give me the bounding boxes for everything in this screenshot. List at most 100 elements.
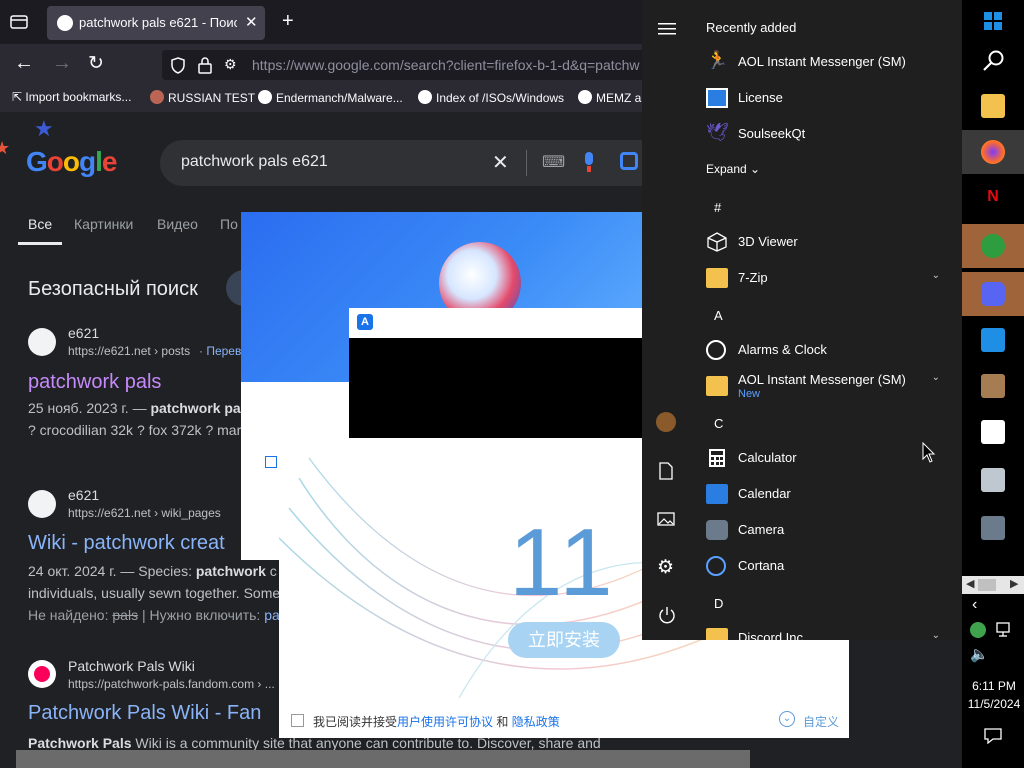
tab-videos[interactable]: Видео [157,216,198,232]
tab-all[interactable]: Все [28,216,52,232]
import-icon: ⇱ [12,90,26,104]
permissions-icon[interactable]: ⚙ [224,56,237,73]
tab-images[interactable]: Картинки [74,216,133,232]
result-site-name[interactable]: Patchwork Pals Wiki [68,658,195,674]
reload-icon[interactable]: ↻ [88,52,104,75]
show-hidden-icons-chevron-icon[interactable]: ‹ [972,596,977,614]
app-camera[interactable]: Camera [690,512,962,548]
e621-favicon-icon [28,328,56,356]
app-3d-viewer[interactable]: 3D Viewer [690,224,962,260]
accept-terms-checkbox[interactable] [291,714,304,727]
taskbar-app[interactable] [962,364,1024,408]
url-text[interactable]: https://www.google.com/search?client=fir… [252,57,672,73]
install-now-button[interactable]: 立即安装 [508,622,620,658]
result-title[interactable]: Wiki - patchwork creat [28,532,225,555]
result-site-name[interactable]: e621 [68,325,99,341]
app-alarms-clock[interactable]: Alarms & Clock [690,332,962,368]
expand-button[interactable]: Expand ⌄ [706,162,760,176]
windows-start-icon[interactable] [984,12,1002,30]
back-icon[interactable]: ← [14,52,34,75]
terms-text: 我已阅读并接受用户使用许可协议 和 隐私政策 [313,715,560,729]
volume-icon[interactable]: 🔈 [970,645,989,663]
hamburger-menu-icon[interactable] [658,22,676,36]
chevron-down-icon[interactable]: ⌄ [779,711,795,727]
scroll-thumb[interactable] [978,579,996,591]
voice-search-icon[interactable] [582,151,596,173]
letter-header[interactable]: # [714,200,721,215]
taskbar-discord[interactable] [962,272,1024,316]
url-bar[interactable]: ⚙ https://www.google.com/search?client=f… [162,50,682,80]
chevron-down-icon[interactable]: ⌄ [932,630,940,640]
popup-window[interactable]: A [349,308,642,438]
bookmark-endermanch[interactable]: Endermanch/Malware... [258,90,403,105]
clock-date[interactable]: 11/5/2024 [965,697,1023,711]
taskbar-camera[interactable] [962,506,1024,550]
result-url[interactable]: https://patchwork-pals.fandom.com › ... [68,677,275,691]
documents-icon[interactable] [659,462,673,480]
taskbar-firefox[interactable] [962,130,1024,174]
app-store-icon: A [357,314,373,330]
tab-google-search[interactable]: patchwork pals e621 - Поиск в ✕ [47,6,265,40]
clear-search-icon[interactable]: ✕ [492,150,509,175]
bookmark-isos[interactable]: Index of /ISOs/Windows [418,90,564,105]
agree-checkbox[interactable] [265,456,277,468]
pictures-icon[interactable] [657,512,675,526]
result-url[interactable]: https://e621.net › posts [68,344,190,358]
app-calendar[interactable]: Calendar [690,476,962,512]
search-box[interactable]: patchwork pals e621 ✕ ⌨ [160,140,680,186]
taskbar-file-explorer[interactable] [962,84,1024,128]
bookmark-import[interactable]: ⇱ Import bookmarks... [12,90,131,104]
user-avatar-icon[interactable] [656,412,676,432]
keyboard-icon[interactable]: ⌨ [542,152,565,172]
scroll-right-icon[interactable]: ▶ [1010,577,1018,590]
letter-header[interactable]: A [714,308,723,323]
horizontal-scrollbar[interactable] [16,750,750,768]
result-site-name[interactable]: e621 [68,487,99,503]
network-icon[interactable] [996,622,1014,638]
result-url[interactable]: https://e621.net › wiki_pages [68,506,221,520]
taskbar-netflix[interactable]: N [962,178,1024,222]
google-doodle-logo[interactable]: Google [26,146,117,178]
taskbar-aim[interactable] [962,224,1024,268]
bookmark-russian-test[interactable]: RUSSIAN TEST [150,90,255,105]
scroll-left-icon[interactable]: ◀ [966,577,974,590]
custom-install-link[interactable]: 自定义 [803,713,839,730]
taskbar-app[interactable] [962,458,1024,502]
license-link[interactable]: 用户使用许可协议 [397,715,493,729]
tab-list-icon[interactable] [10,14,28,30]
forward-icon[interactable]: → [52,52,72,75]
close-tab-icon[interactable]: ✕ [245,13,258,31]
app-7zip-folder[interactable]: 7-Zip ⌄ [690,260,962,296]
chevron-down-icon[interactable]: ⌄ [932,372,940,383]
privacy-link[interactable]: 隐私政策 [512,715,560,729]
power-icon[interactable] [658,606,676,624]
letter-header[interactable]: D [714,596,723,611]
taskbar-scrollbar[interactable]: ◀ ▶ [962,576,1024,594]
search-query[interactable]: patchwork pals e621 [181,153,328,171]
settings-gear-icon[interactable]: ⚙ [657,556,674,579]
taskbar-app[interactable] [962,318,1024,362]
clock-time[interactable]: 6:11 PM [970,679,1018,693]
result-title[interactable]: patchwork pals [28,371,161,394]
action-center-icon[interactable] [984,728,1002,744]
aim-tray-icon[interactable] [970,622,986,638]
fandom-favicon-icon [28,660,56,688]
lock-icon[interactable] [198,56,212,74]
search-icon[interactable] [983,50,1005,72]
start-menu: ⚙ Recently added 🏃 AOL Instant Messenger… [642,0,962,640]
lens-search-icon[interactable] [620,152,638,170]
app-soulseekqt[interactable]: 🕊 SoulseekQt [690,116,962,152]
app-aol-recent[interactable]: 🏃 AOL Instant Messenger (SM) [690,44,962,80]
chevron-down-icon[interactable]: ⌄ [932,270,940,281]
tracking-shield-icon[interactable] [170,57,186,74]
new-tab-icon[interactable]: + [282,10,294,33]
taskbar-app[interactable] [962,410,1024,454]
letter-header[interactable]: C [714,416,723,431]
app-license[interactable]: License [690,80,962,116]
app-discord-folder[interactable]: Discord Inc ⌄ [690,620,962,640]
app-cortana[interactable]: Cortana [690,548,962,584]
app-aol-folder[interactable]: AOL Instant Messenger (SM) New ⌄ [690,368,962,408]
bookmark-memz[interactable]: MEMZ a [578,90,641,105]
result-title[interactable]: Patchwork Pals Wiki - Fan [28,702,261,725]
tab-more[interactable]: По [220,216,238,232]
